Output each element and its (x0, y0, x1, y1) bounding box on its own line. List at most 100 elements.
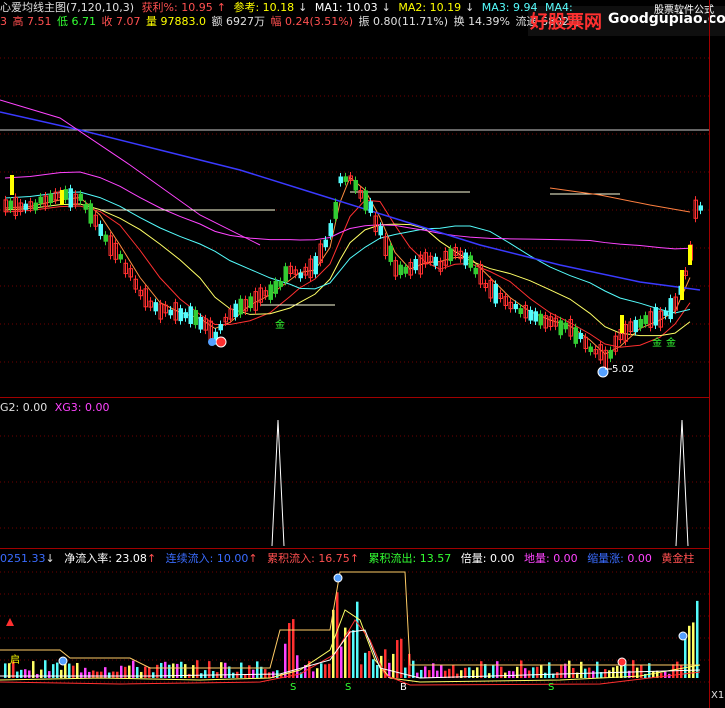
candle-body (23, 203, 28, 210)
candle-body (513, 303, 518, 310)
highlight-candle (680, 270, 684, 300)
candle-body (298, 272, 303, 279)
candle-body (368, 201, 373, 213)
flow-bar (116, 671, 119, 678)
flow-bar (324, 664, 327, 678)
candle-body (218, 323, 223, 331)
flow-bar (556, 672, 559, 678)
flow-bar (188, 673, 191, 678)
flow-bar (32, 661, 35, 678)
flow-bar (500, 666, 503, 678)
candle-body (78, 193, 83, 201)
flow-bar (516, 666, 519, 678)
candle-body (378, 225, 383, 236)
flow-bar (264, 669, 267, 678)
flow-bar (680, 664, 683, 678)
candle-body (663, 310, 668, 316)
flow-bar (608, 670, 611, 678)
flow-bar (564, 663, 567, 678)
money-flow-chart (0, 571, 709, 686)
highlight-candle (688, 245, 692, 265)
flow-bar (364, 652, 367, 678)
flow-bar (256, 661, 259, 678)
candle-body (333, 201, 338, 219)
signal-mark-2: 金 (652, 338, 662, 349)
flow-bar (560, 664, 563, 678)
flow-bar (572, 667, 575, 678)
flow-marker (58, 656, 68, 666)
flow-bar (536, 666, 539, 678)
kline-chart (0, 57, 709, 378)
flow-bar (524, 668, 527, 678)
flow-bar (352, 630, 355, 678)
flow-bar (20, 669, 23, 678)
xg-spike-2 (675, 419, 689, 547)
flow-bar (664, 671, 667, 678)
flow-bar (692, 622, 695, 678)
candle-body (233, 303, 238, 318)
flow-bar (288, 623, 291, 678)
qi-mark: 启 (10, 655, 20, 666)
flow-bar (684, 635, 687, 678)
flow-marker (678, 631, 688, 641)
candle-body (83, 204, 88, 210)
flow-bar (92, 670, 95, 678)
ma-line-long (0, 111, 701, 291)
flow-bar (268, 672, 271, 678)
flow-marker (617, 657, 627, 667)
signal-dot (208, 338, 216, 346)
flow-bar (428, 670, 431, 678)
flow-bar (96, 671, 99, 678)
flow-bar (348, 630, 351, 678)
flow-bar (568, 660, 571, 678)
flow-bar (544, 672, 547, 678)
flow-bar (356, 601, 359, 678)
ma-line-2 (4, 203, 691, 337)
flow-bar (436, 670, 439, 678)
flow-bar (336, 592, 339, 678)
flow-bar (224, 662, 227, 678)
candle-body (343, 176, 348, 182)
candle-body (248, 296, 253, 309)
flow-bar (372, 659, 375, 678)
flow-bar (204, 670, 207, 678)
candle-body (198, 316, 203, 330)
flow-bar (16, 671, 19, 678)
candle-body (98, 223, 103, 236)
candle-body (388, 245, 393, 262)
candle-body (278, 281, 283, 287)
flow-bar (292, 619, 295, 678)
candle-body (608, 349, 613, 359)
s-mark-2: S (345, 682, 352, 693)
panel-divider-2 (0, 548, 710, 549)
flow-bar (512, 671, 515, 678)
candle-body (48, 193, 53, 204)
flow-bar (312, 671, 315, 678)
candle-body (33, 202, 38, 211)
candle-body (193, 310, 198, 326)
highlight-candle (60, 190, 64, 205)
flow-bar (132, 660, 135, 678)
flow-bar (152, 672, 155, 678)
candle-body (518, 308, 523, 314)
flow-bar (592, 670, 595, 678)
flow-bar (232, 672, 235, 678)
flow-bar (192, 665, 195, 678)
candle-body (638, 318, 643, 328)
candle-body (118, 254, 123, 260)
highlight-candle (10, 175, 14, 195)
flow-bar (240, 662, 243, 678)
flow-bar (248, 665, 251, 678)
flow-bar (376, 665, 379, 678)
flow-bar (88, 671, 91, 678)
flow-bar (80, 672, 83, 678)
flow-bar (320, 663, 323, 678)
flow-bar (400, 638, 403, 678)
candle-body (468, 255, 473, 268)
flow-bar (100, 671, 103, 678)
candle-body (178, 308, 183, 322)
s-mark-3: S (548, 682, 555, 693)
candle-body (273, 280, 278, 294)
highlight-candle (620, 315, 624, 333)
candle-body (433, 256, 438, 266)
